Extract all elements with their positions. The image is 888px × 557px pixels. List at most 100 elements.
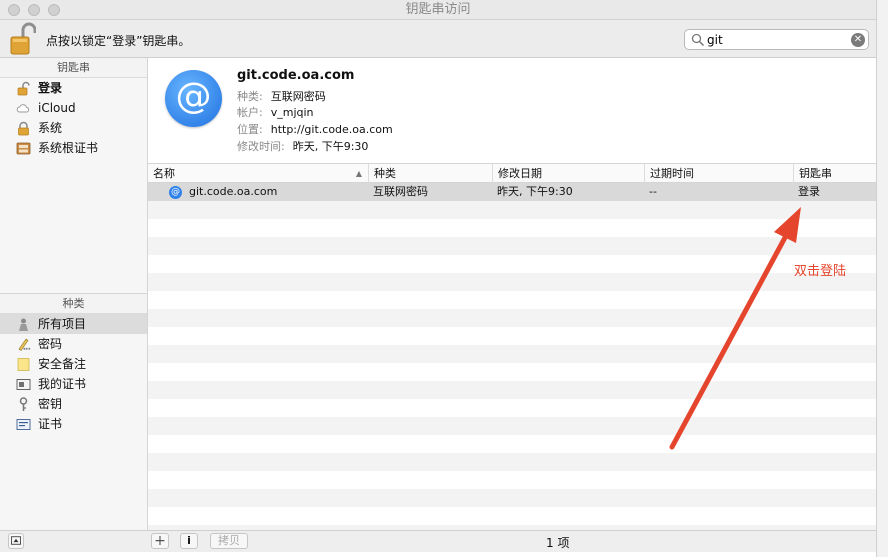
detail-where-row: 位置: http://git.code.oa.com — [237, 121, 393, 137]
item-detail-panel: @ git.code.oa.com 种类: 互联网密码 帐户: v_mjqin 位置… — [148, 58, 876, 164]
detail-account-row: 帐户: v_mjqin — [237, 104, 314, 120]
show-sidebar-button[interactable] — [8, 533, 24, 549]
detail-where-value: http://git.code.oa.com — [270, 123, 393, 136]
sidebar-item-all-items[interactable]: 所有项目 — [0, 314, 147, 334]
sidebar-item-icloud[interactable]: iCloud — [0, 98, 147, 118]
sidebar-item-label: 证书 — [38, 417, 63, 431]
title-bar: 钥匙串访问 — [0, 0, 876, 20]
empty-row — [148, 417, 876, 435]
window-title: 钥匙串访问 — [405, 2, 471, 17]
cloud-icon — [16, 104, 30, 113]
sidebar-item-label: 密码 — [38, 337, 63, 351]
sidebar-item-passwords[interactable]: *** 密码 — [0, 334, 147, 354]
key-icon — [19, 397, 28, 411]
table-header: 名称 ▲ 种类 修改日期 过期时间 钥匙串 — [148, 164, 876, 183]
detail-modified-label: 修改时间: — [237, 140, 285, 153]
categories-header: 种类 — [0, 294, 147, 314]
sidebar-item-secure-notes[interactable]: 安全备注 — [0, 354, 147, 374]
minimize-window-button[interactable] — [28, 4, 40, 16]
sidebar-item-system-roots[interactable]: 系统根证书 — [0, 138, 147, 158]
search-field[interactable]: ✕ — [684, 29, 869, 50]
sidebar-item-label: 密钥 — [38, 397, 63, 411]
info-button[interactable]: i — [180, 533, 198, 549]
empty-row — [148, 435, 876, 453]
add-item-button[interactable]: + — [151, 533, 169, 549]
empty-row — [148, 291, 876, 309]
unlocked-padlock-icon[interactable] — [10, 22, 36, 56]
keychain-list: 登录 iCloud 系统 系统根证书 — [0, 78, 147, 158]
column-header-kind[interactable]: 种类 — [369, 164, 493, 183]
empty-row — [148, 219, 876, 237]
empty-row — [148, 309, 876, 327]
my-certificate-icon — [16, 379, 31, 390]
close-window-button[interactable] — [8, 4, 20, 16]
sidebar-item-keys[interactable]: 密钥 — [0, 394, 147, 414]
detail-where-label: 位置: — [237, 123, 263, 136]
sidebar-item-certificates[interactable]: 证书 — [0, 414, 147, 434]
sort-ascending-icon: ▲ — [355, 169, 362, 178]
column-header-name[interactable]: 名称 ▲ — [148, 164, 369, 183]
sidebar-item-label: 系统 — [38, 121, 63, 135]
column-header-keychain[interactable]: 钥匙串 — [794, 164, 876, 183]
detail-modified-value: 昨天, 下午9:30 — [292, 140, 369, 153]
zoom-window-button[interactable] — [48, 4, 60, 16]
cell-kind: 互联网密码 — [373, 185, 428, 198]
background-window-edge — [876, 0, 888, 557]
empty-row — [148, 471, 876, 489]
empty-row — [148, 507, 876, 525]
empty-row — [148, 201, 876, 219]
lock-icon — [17, 81, 30, 96]
sidebar-toggle-icon — [11, 536, 21, 545]
sidebar-item-label: 系统根证书 — [38, 141, 99, 155]
empty-row — [148, 255, 876, 273]
sidebar-item-system[interactable]: 系统 — [0, 118, 147, 138]
internet-password-icon: @ — [169, 186, 182, 199]
certificate-icon — [16, 419, 31, 430]
detail-kind-value: 互联网密码 — [270, 90, 326, 103]
items-table: 名称 ▲ 种类 修改日期 过期时间 钥匙串 @ git.code.oa.com 互… — [148, 164, 876, 530]
cell-modified: 昨天, 下午9:30 — [497, 185, 573, 198]
detail-account-label: 帐户: — [237, 106, 263, 119]
sidebar-item-label: 我的证书 — [38, 377, 87, 391]
item-count: 1 项 — [546, 536, 570, 550]
empty-row — [148, 345, 876, 363]
detail-modified-row: 修改时间: 昨天, 下午9:30 — [237, 138, 368, 154]
keychains-header: 钥匙串 — [0, 58, 147, 78]
detail-title: git.code.oa.com — [237, 68, 355, 83]
search-input[interactable] — [707, 31, 847, 48]
lock-icon — [18, 121, 29, 136]
sidebar-item-label: 登录 — [38, 81, 63, 95]
toolbar: 点按以锁定“登录”钥匙串。 ✕ — [0, 20, 876, 58]
sidebar-item-label: 安全备注 — [38, 357, 87, 371]
clear-search-icon[interactable]: ✕ — [851, 33, 865, 47]
empty-row — [148, 363, 876, 381]
sidebar-item-my-certificates[interactable]: 我的证书 — [0, 374, 147, 394]
empty-row — [148, 273, 876, 291]
cell-expires: -- — [649, 185, 657, 198]
internet-password-icon: @ — [165, 70, 222, 127]
table-body: @ git.code.oa.com 互联网密码 昨天, 下午9:30 -- 登录 — [148, 183, 876, 530]
sidebar-item-label: 所有项目 — [38, 317, 87, 331]
sidebar-item-label: iCloud — [38, 101, 76, 115]
table-row[interactable]: @ git.code.oa.com 互联网密码 昨天, 下午9:30 -- 登录 — [148, 183, 876, 201]
annotation-text: 双击登陆 — [794, 264, 847, 279]
detail-account-value: v_mjqin — [270, 106, 314, 119]
detail-kind-label: 种类: — [237, 90, 263, 103]
empty-row — [148, 399, 876, 417]
empty-row — [148, 327, 876, 345]
cell-name: git.code.oa.com — [189, 185, 278, 198]
empty-row — [148, 237, 876, 255]
category-section: 种类 所有项目 *** 密码 安全备注 我的证书 密钥 证书 — [0, 293, 147, 434]
certificate-cabinet-icon — [16, 142, 31, 155]
all-items-icon — [19, 318, 28, 331]
column-header-modified[interactable]: 修改日期 — [493, 164, 645, 183]
empty-row — [148, 453, 876, 471]
copy-button[interactable]: 拷贝 — [210, 533, 248, 549]
empty-row — [148, 489, 876, 507]
svg-text:***: *** — [23, 348, 31, 353]
lock-hint-text: 点按以锁定“登录”钥匙串。 — [46, 34, 191, 48]
sidebar-item-login[interactable]: 登录 — [0, 78, 147, 98]
detail-kind-row: 种类: 互联网密码 — [237, 88, 326, 104]
note-icon — [17, 358, 30, 371]
column-header-expires[interactable]: 过期时间 — [645, 164, 794, 183]
